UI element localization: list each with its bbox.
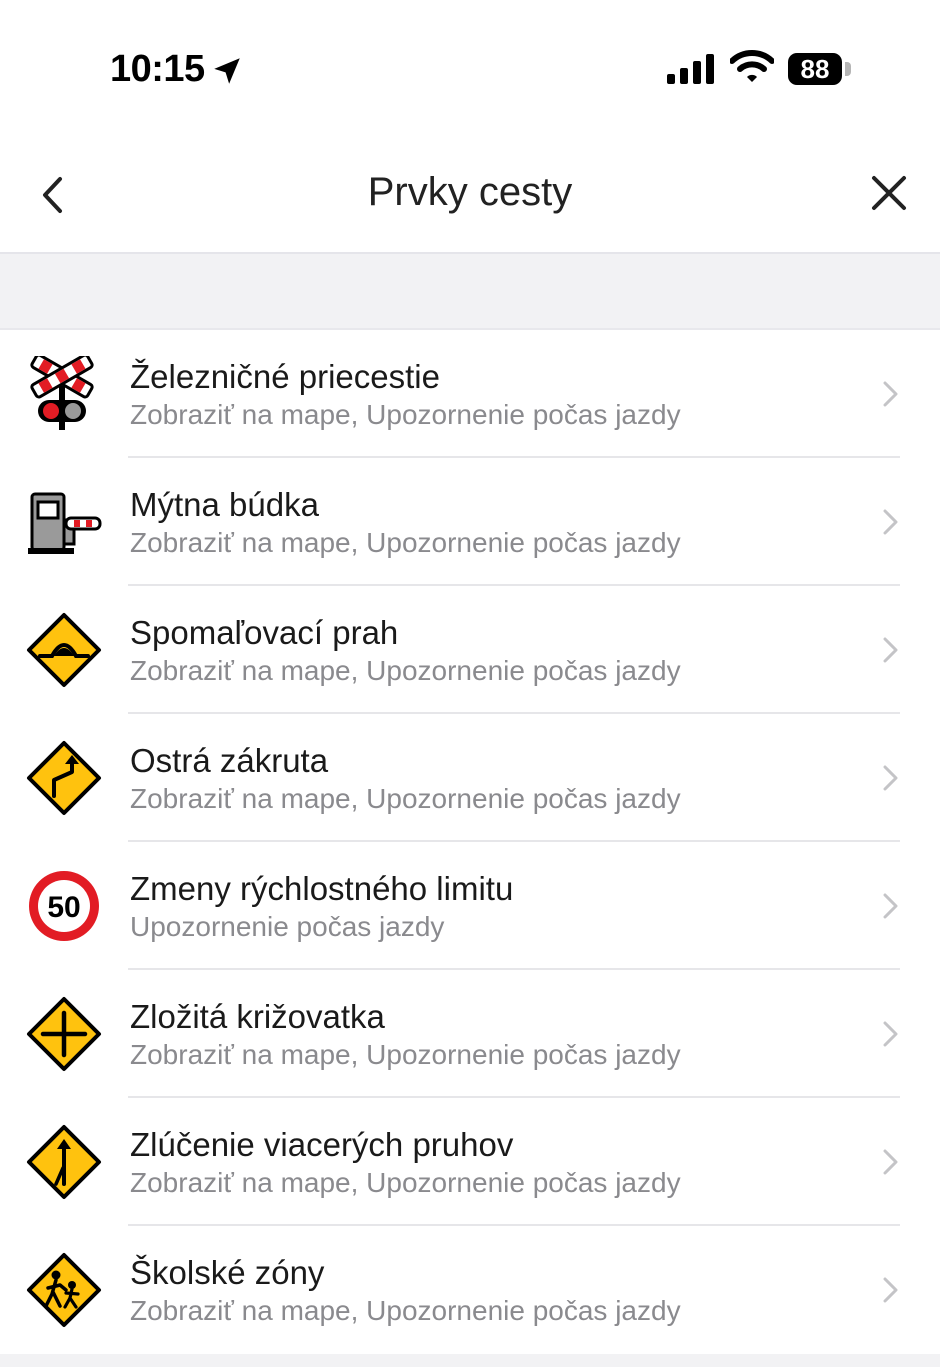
item-text: Školské zóny Zobraziť na mape, Upozornen… (130, 1253, 850, 1329)
list-item-toll-booth[interactable]: Mýtna búdka Zobraziť na mape, Upozorneni… (0, 458, 940, 586)
list-item-railroad-crossing[interactable]: Železničné priecestie Zobraziť na mape, … (0, 330, 940, 458)
chevron-right-icon (883, 381, 898, 407)
item-text: Spomaľovací prah Zobraziť na mape, Upozo… (130, 613, 850, 689)
battery-cap (845, 62, 851, 76)
lane-merge-icon (27, 1125, 101, 1199)
item-title: Zložitá križovatka (130, 998, 385, 1035)
list-item-lane-merge[interactable]: Zlúčenie viacerých pruhov Zobraziť na ma… (0, 1098, 940, 1226)
cellular-signal-icon (667, 54, 714, 84)
item-subtitle: Zobraziť na mape, Upozornenie počas jazd… (130, 399, 681, 430)
item-text: Zlúčenie viacerých pruhov Zobraziť na ma… (130, 1125, 850, 1201)
item-title: Zmeny rýchlostného limitu (130, 870, 514, 907)
item-text: Železničné priecestie Zobraziť na mape, … (130, 357, 850, 433)
item-title: Ostrá zákruta (130, 742, 329, 779)
speed-bump-icon (27, 613, 101, 687)
item-title: Zlúčenie viacerých pruhov (130, 1126, 514, 1163)
chevron-right-icon (883, 765, 898, 791)
page-title: Prvky cesty (367, 170, 573, 214)
location-arrow-icon (214, 58, 240, 84)
item-title: Spomaľovací prah (130, 614, 399, 651)
wifi-icon (730, 50, 774, 82)
list-item-school-zone[interactable]: Školské zóny Zobraziť na mape, Upozornen… (0, 1226, 940, 1354)
chevron-left-icon (43, 177, 62, 213)
status-bar: 10:15 88 (0, 0, 940, 140)
item-text: Mýtna búdka Zobraziť na mape, Upozorneni… (130, 485, 850, 561)
nav-header: Prvky cesty (0, 140, 940, 254)
sharp-curve-icon (27, 741, 101, 815)
speed-limit-icon: 50 (29, 871, 99, 941)
item-subtitle: Zobraziť na mape, Upozornenie počas jazd… (130, 527, 681, 558)
list-item-complex-intersection[interactable]: Zložitá križovatka Zobraziť na mape, Upo… (0, 970, 940, 1098)
item-subtitle: Zobraziť na mape, Upozornenie počas jazd… (130, 655, 681, 686)
item-subtitle: Upozornenie počas jazdy (130, 911, 445, 942)
battery-indicator: 88 (788, 53, 842, 85)
bottom-section-spacer (0, 1354, 940, 1367)
close-icon (872, 176, 906, 210)
railroad-crossing-icon (30, 356, 94, 430)
item-text: Ostrá zákruta Zobraziť na mape, Upozorne… (130, 741, 850, 817)
item-text: Zložitá križovatka Zobraziť na mape, Upo… (130, 997, 850, 1073)
item-title: Mýtna búdka (130, 486, 319, 523)
back-button[interactable] (30, 170, 80, 220)
chevron-right-icon (883, 637, 898, 663)
section-spacer (0, 254, 940, 330)
chevron-right-icon (883, 1021, 898, 1047)
item-subtitle: Zobraziť na mape, Upozornenie počas jazd… (130, 1167, 681, 1198)
school-zone-icon (27, 1253, 101, 1327)
chevron-right-icon (883, 893, 898, 919)
list-item-speed-bump[interactable]: Spomaľovací prah Zobraziť na mape, Upozo… (0, 586, 940, 714)
speed-limit-value: 50 (47, 891, 80, 924)
battery-level: 88 (800, 54, 830, 84)
list-item-speed-limit[interactable]: 50 Zmeny rýchlostného limitu Upozornenie… (0, 842, 940, 970)
chevron-right-icon (883, 1149, 898, 1175)
item-subtitle: Zobraziť na mape, Upozornenie počas jazd… (130, 1295, 681, 1326)
close-button[interactable] (864, 168, 914, 218)
status-time: 10:15 (110, 48, 205, 90)
item-title: Školské zóny (130, 1254, 325, 1291)
item-title: Železničné priecestie (130, 358, 440, 395)
intersection-icon (27, 997, 101, 1071)
item-text: Zmeny rýchlostného limitu Upozornenie po… (130, 869, 850, 945)
item-subtitle: Zobraziť na mape, Upozornenie počas jazd… (130, 783, 681, 814)
chevron-right-icon (883, 509, 898, 535)
chevron-right-icon (883, 1277, 898, 1303)
toll-booth-icon (28, 492, 102, 554)
road-features-list: Železničné priecestie Zobraziť na mape, … (0, 330, 940, 1354)
item-subtitle: Zobraziť na mape, Upozornenie počas jazd… (130, 1039, 681, 1070)
list-item-sharp-curve[interactable]: Ostrá zákruta Zobraziť na mape, Upozorne… (0, 714, 940, 842)
